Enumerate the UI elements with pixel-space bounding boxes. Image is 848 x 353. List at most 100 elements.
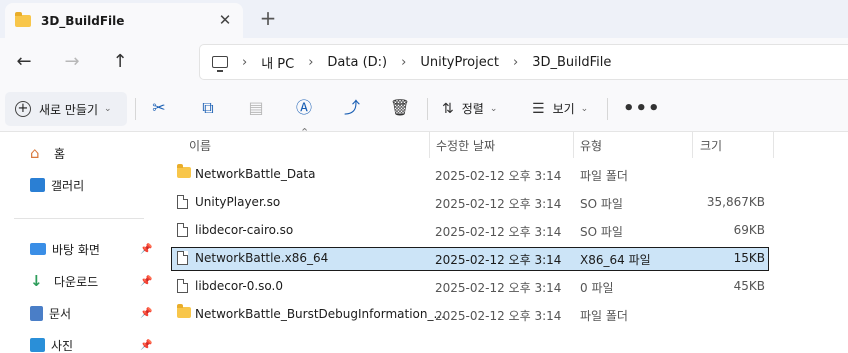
more-options-button[interactable]: ••• [623,98,661,119]
divider [427,98,428,120]
computer-icon [212,56,228,72]
pin-icon[interactable]: 📌 [140,276,152,287]
up-button[interactable]: ↑ [108,50,132,74]
column-divider[interactable] [773,132,774,158]
divider [135,98,136,120]
chevron-down-icon: ⌄ [580,103,589,114]
breadcrumb-separator: › [512,54,519,70]
file-icon [177,251,188,265]
file-type: 파일 폴더 [580,169,628,183]
new-button[interactable]: + 새로 만들기 ⌄ [5,92,127,126]
breadcrumb-data-drive[interactable]: Data (D:) [327,55,387,70]
sidebar-divider [14,218,144,219]
folder-icon [15,11,31,27]
file-type: 0 파일 [580,281,614,295]
column-divider[interactable] [692,132,693,158]
paste-icon[interactable]: ▤ [245,97,267,119]
file-type: 파일 폴더 [580,309,628,323]
close-icon[interactable]: ✕ [217,12,233,28]
pin-icon[interactable]: 📌 [140,308,152,319]
sidebar-item-label: 바탕 화면 [52,242,100,257]
file-name: NetworkBattle_Data [195,167,316,181]
sidebar-item-label: 다운로드 [54,274,99,289]
file-row[interactable]: NetworkBattle_BurstDebugInformation_... … [171,303,769,327]
sidebar-item-downloads[interactable]: ↓ 다운로드 [30,270,98,292]
back-button[interactable]: ← [12,50,36,74]
column-divider[interactable] [429,132,430,158]
tab-3d-buildfile[interactable]: 3D_BuildFile ✕ [5,3,243,38]
file-name: libdecor-cairo.so [195,223,294,237]
file-type: X86_64 파일 [580,253,651,267]
chevron-down-icon: ⌄ [489,103,498,114]
delete-icon[interactable]: 🗑 [389,97,411,119]
new-button-label: 새로 만들기 [39,102,99,117]
navigation-bar: ← → ↑ › 내 PC › Data (D:) › UnityProject … [0,38,848,86]
sidebar-item-label: 사진 [51,338,74,353]
file-date: 2025-02-12 오후 3:14 [435,309,562,323]
sort-button[interactable]: ⇅ 정렬 ⌄ [442,100,497,117]
sidebar-item-label: 홈 [54,146,66,161]
view-button[interactable]: ☰ 보기 ⌄ [532,100,588,117]
file-date: 2025-02-12 오후 3:14 [435,169,562,183]
tab-title: 3D_BuildFile [41,13,125,28]
sidebar-item-gallery[interactable]: 갤러리 [30,174,84,196]
file-size: 69KB [733,223,765,237]
sidebar-item-home[interactable]: ⌂ 홈 [30,142,65,164]
home-icon: ⌂ [30,144,40,162]
file-icon [177,195,188,209]
pictures-icon [30,338,45,352]
file-date: 2025-02-12 오후 3:14 [435,281,562,295]
file-icon [177,223,188,237]
file-row[interactable]: UnityPlayer.so 2025-02-12 오후 3:14 SO 파일 … [171,191,769,215]
plus-icon: + [15,101,31,117]
folder-icon [177,304,191,318]
column-name[interactable]: 이름 [189,137,211,154]
forward-button[interactable]: → [60,50,84,74]
document-icon [30,305,43,321]
chevron-down-icon: ⌄ [104,104,112,114]
file-row-selected[interactable]: NetworkBattle.x86_64 2025-02-12 오후 3:14 … [171,247,769,271]
sidebar-item-desktop[interactable]: 바탕 화면 [30,238,100,260]
breadcrumb-separator: › [242,54,248,70]
pin-icon[interactable]: 📌 [140,340,152,351]
column-date[interactable]: 수정한 날짜 [436,137,495,154]
divider [607,98,608,120]
file-type: SO 파일 [580,197,623,211]
file-name: libdecor-0.so.0 [195,279,284,293]
command-bar: + 새로 만들기 ⌄ ✂ ⧉ ▤ Ⓐ ⤴ 🗑 ⇅ 정렬 ⌄ ☰ 보기 ⌄ ••• [0,86,848,132]
gallery-icon [30,178,45,192]
breadcrumb-separator: › [401,54,407,70]
view-label: 보기 [552,102,575,116]
breadcrumb-3d-buildfile[interactable]: 3D_BuildFile [532,55,611,70]
desktop-icon [30,243,46,255]
download-icon: ↓ [30,272,43,290]
column-type[interactable]: 유형 [580,137,602,154]
sidebar-item-pictures[interactable]: 사진 [30,334,73,353]
sort-icon: ⇅ [442,100,454,117]
view-list-icon: ☰ [532,100,545,117]
breadcrumb-unityproject[interactable]: UnityProject [420,55,499,70]
tab-bar: 3D_BuildFile ✕ + [0,0,848,38]
column-divider[interactable] [573,132,574,158]
file-type: SO 파일 [580,225,623,239]
cut-icon[interactable]: ✂ [148,97,170,119]
sidebar-item-documents[interactable]: 문서 [30,302,71,324]
pin-icon[interactable]: 📌 [140,244,152,255]
sidebar-item-label: 문서 [49,306,72,321]
sort-ascending-icon: ⌃ [300,126,310,139]
file-list: ⌃ 이름 수정한 날짜 유형 크기 NetworkBattle_Data 202… [158,126,848,353]
share-icon[interactable]: ⤴ [341,97,363,119]
file-name: NetworkBattle_BurstDebugInformation_... [195,307,445,321]
breadcrumb-this-pc[interactable]: 내 PC [261,53,294,72]
new-tab-button[interactable]: + [259,8,277,28]
file-row[interactable]: NetworkBattle_Data 2025-02-12 오후 3:14 파일… [171,163,769,187]
address-bar[interactable]: › 내 PC › Data (D:) › UnityProject › 3D_B… [199,44,848,80]
rename-icon[interactable]: Ⓐ [293,97,315,119]
file-row[interactable]: libdecor-0.so.0 2025-02-12 오후 3:14 0 파일 … [171,275,769,299]
file-size: 45KB [733,279,765,293]
file-size: 35,867KB [706,195,765,209]
column-header: ⌃ 이름 수정한 날짜 유형 크기 [158,126,848,158]
column-size[interactable]: 크기 [700,137,722,154]
file-row[interactable]: libdecor-cairo.so 2025-02-12 오후 3:14 SO … [171,219,769,243]
copy-icon[interactable]: ⧉ [197,97,219,119]
